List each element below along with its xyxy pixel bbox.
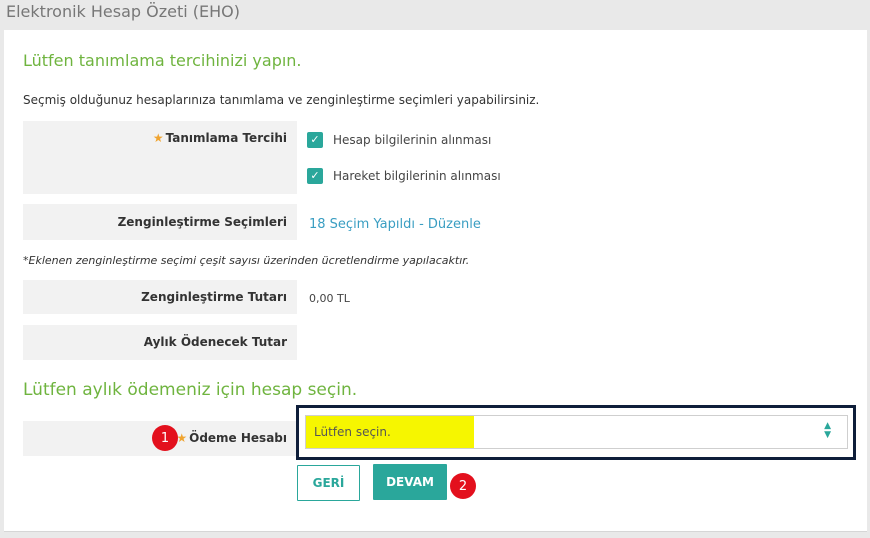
label-enrichment-selections: Zenginleştirme Seçimleri [23,204,297,240]
annotation-badge-1: 1 [152,425,178,451]
checkbox-account-info-label: Hesap bilgilerinin alınması [333,133,492,147]
arrow-down-icon: ▼ [824,430,831,440]
required-star-icon: ★ [152,131,164,145]
main-panel: Lütfen tanımlama tercihinizi yapın. Seçm… [4,30,867,532]
pricing-note: *Eklenen zenginleştirme seçimi çeşit say… [23,254,470,267]
payment-account-placeholder: Lütfen seçin. [314,425,391,439]
checkbox-transaction-info-label: Hareket bilgilerinin alınması [333,169,501,183]
sort-arrows-icon[interactable]: ▲ ▼ [824,422,831,440]
checkbox-checked-icon[interactable]: ✓ [307,132,323,148]
checkbox-account-info[interactable]: ✓ Hesap bilgilerinin alınması [307,132,491,148]
intro-text: Seçmiş olduğunuz hesaplarınıza tanımlama… [23,93,540,107]
payment-account-select[interactable]: Lütfen seçin. ▲ ▼ [305,415,848,449]
checkbox-transaction-info[interactable]: ✓ Hareket bilgilerinin alınması [307,168,501,184]
annotation-badge-2: 2 [450,473,476,499]
continue-button[interactable]: DEVAM [373,464,447,500]
label-definition-preference: ★ Tanımlama Tercihi [23,121,297,194]
section-heading-payment: Lütfen aylık ödemeniz için hesap seçin. [23,380,358,400]
page-title: Elektronik Hesap Özeti (EHO) [6,2,241,21]
enrichment-edit-link[interactable]: 18 Seçim Yapıldı - Düzenle [309,217,481,232]
checkbox-checked-icon[interactable]: ✓ [307,168,323,184]
back-button[interactable]: GERİ [297,465,360,501]
label-payment-account-text: Ödeme Hesabı [189,431,287,445]
highlight-outline: Lütfen seçin. ▲ ▼ [296,405,856,460]
label-monthly-amount: Aylık Ödenecek Tutar [23,325,297,360]
label-definition-preference-text: Tanımlama Tercihi [165,131,287,145]
label-enrichment-amount: Zenginleştirme Tutarı [23,280,297,314]
section-heading-preference: Lütfen tanımlama tercihinizi yapın. [23,51,302,70]
enrichment-amount-value: 0,00 TL [309,292,350,305]
